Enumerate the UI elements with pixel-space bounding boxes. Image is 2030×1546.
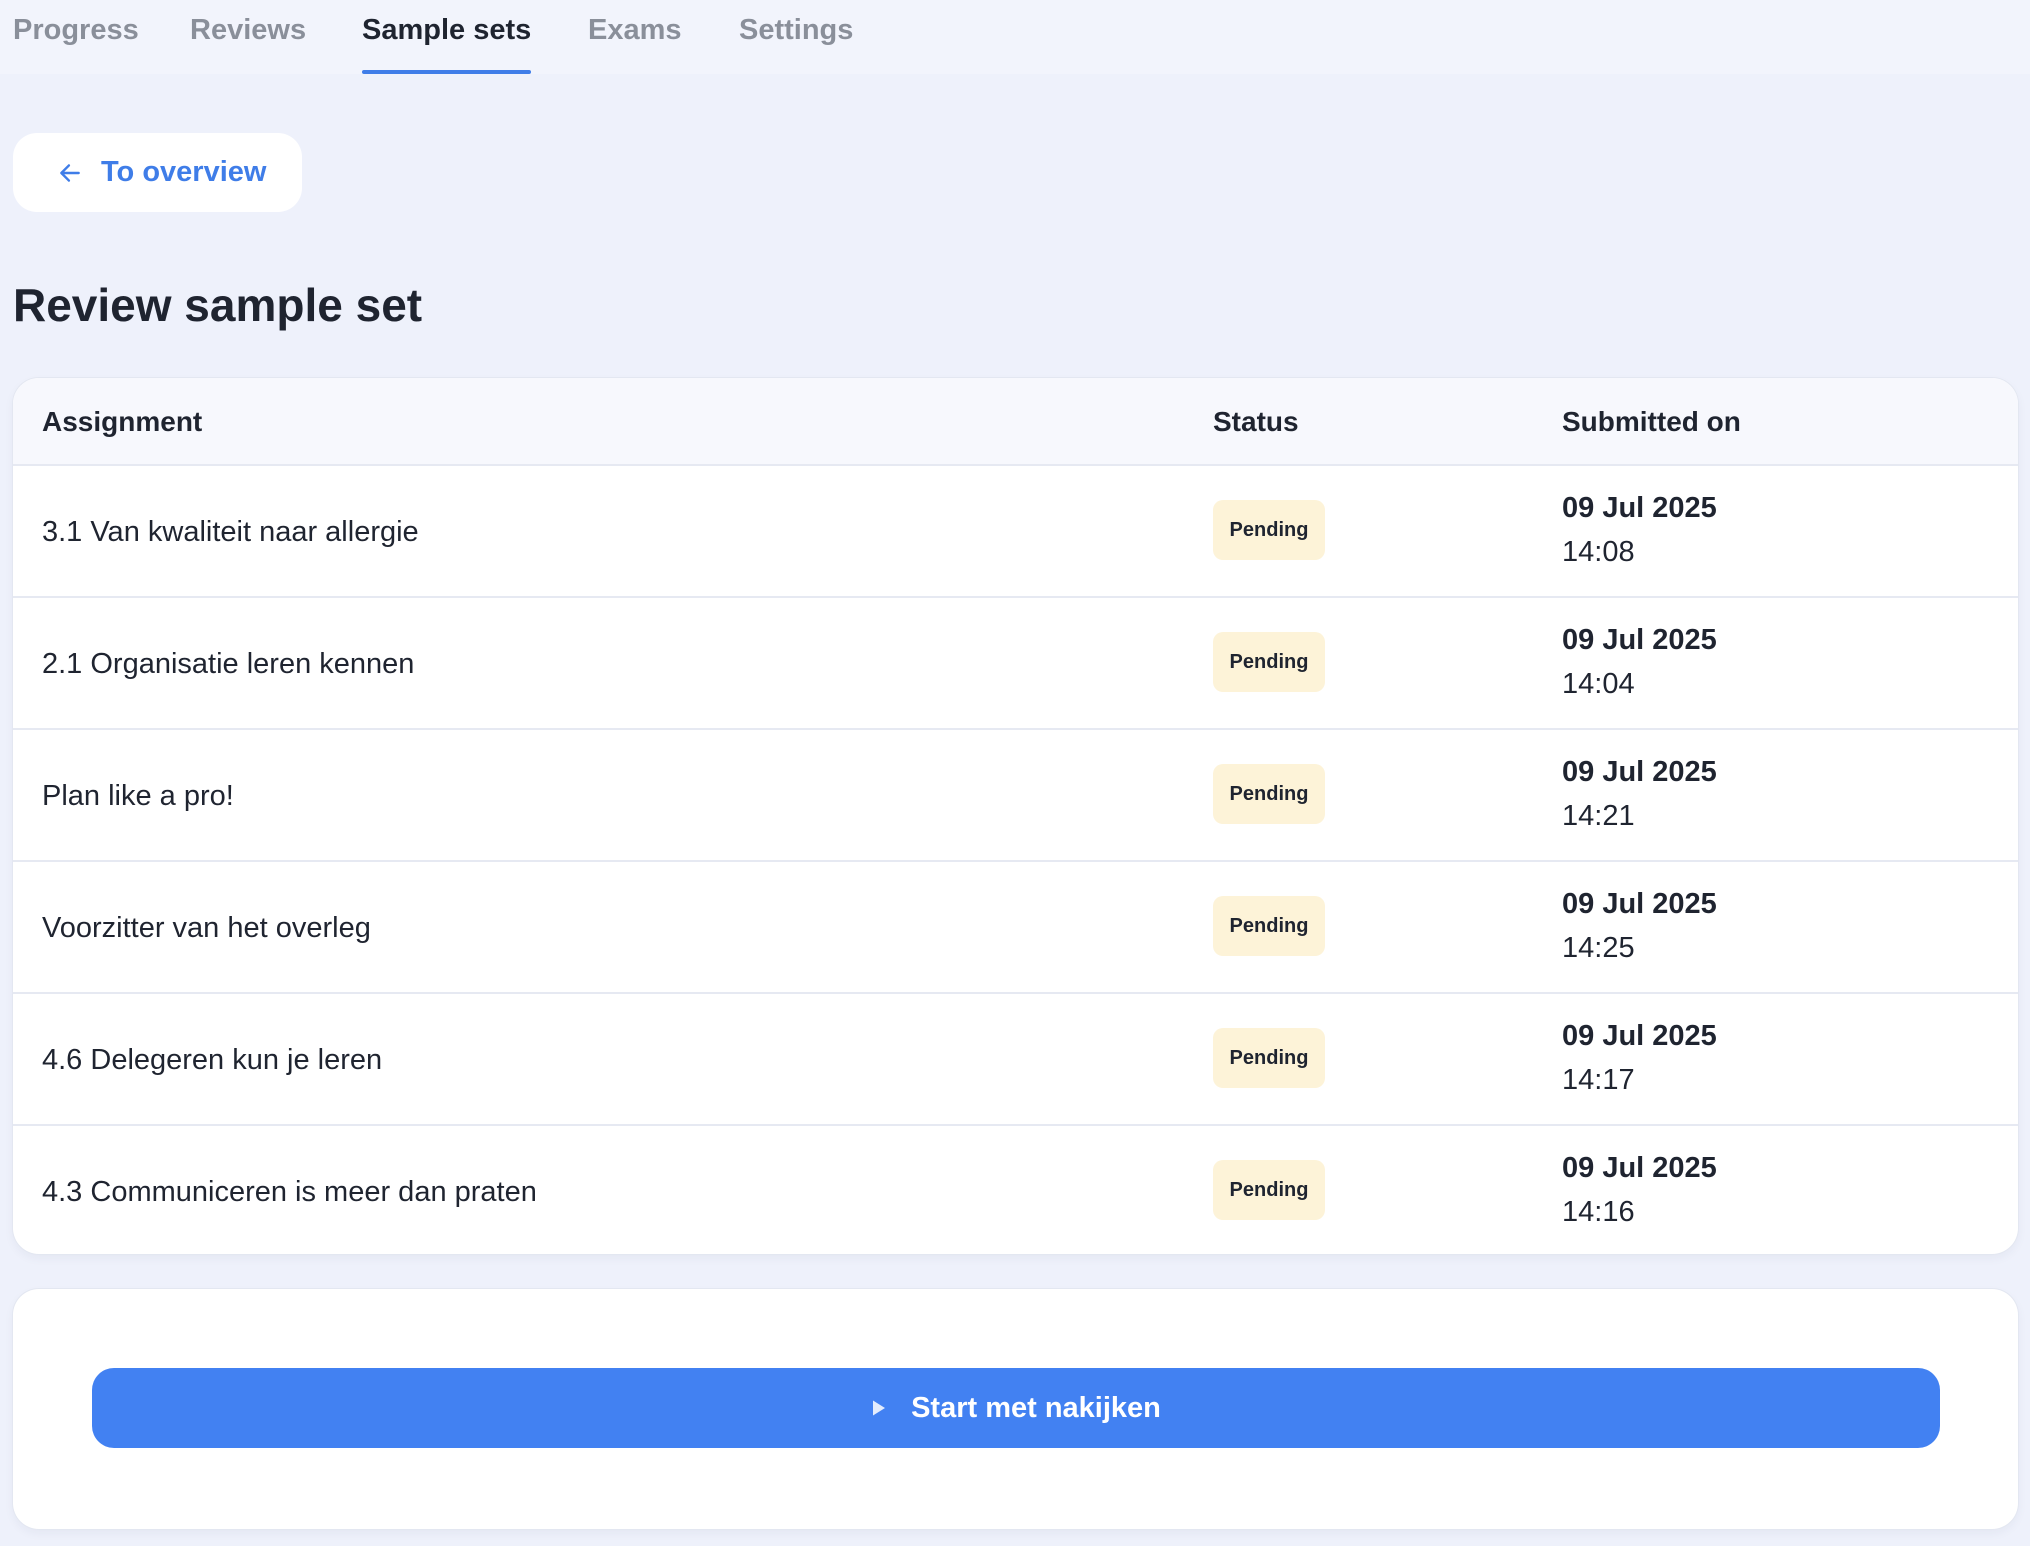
submitted-date: 09 Jul 2025 xyxy=(1562,624,1717,656)
tab-exams[interactable]: Exams xyxy=(588,14,682,74)
status-badge: Pending xyxy=(1213,1160,1325,1220)
tab-settings[interactable]: Settings xyxy=(739,14,853,74)
status-badge: Pending xyxy=(1213,764,1325,824)
status-badge: Pending xyxy=(1213,1028,1325,1088)
table-row[interactable]: Voorzitter van het overleg Pending 09 Ju… xyxy=(13,862,2018,994)
column-header-submitted-on: Submitted on xyxy=(1562,406,1741,437)
status-badge: Pending xyxy=(1213,500,1325,560)
submitted-time: 14:16 xyxy=(1562,1196,1635,1228)
sample-set-table: Assignment Status Submitted on 3.1 Van k… xyxy=(13,378,2018,1254)
table-row[interactable]: Plan like a pro! Pending 09 Jul 2025 14:… xyxy=(13,730,2018,862)
play-icon xyxy=(873,1400,886,1416)
to-overview-button[interactable]: To overview xyxy=(13,133,302,212)
tab-bar: Progress Reviews Sample sets Exams Setti… xyxy=(0,0,2030,74)
action-card: Start met nakijken xyxy=(13,1289,2018,1529)
submitted-date: 09 Jul 2025 xyxy=(1562,492,1717,524)
submitted-time: 14:04 xyxy=(1562,668,1635,700)
submitted-time: 14:08 xyxy=(1562,536,1635,568)
submitted-date: 09 Jul 2025 xyxy=(1562,1020,1717,1052)
start-reviewing-button[interactable]: Start met nakijken xyxy=(92,1368,1940,1448)
table-row[interactable]: 4.3 Communiceren is meer dan praten Pend… xyxy=(13,1126,2018,1254)
status-badge: Pending xyxy=(1213,896,1325,956)
page-title: Review sample set xyxy=(13,279,423,331)
assignment-title: Voorzitter van het overleg xyxy=(42,911,371,944)
assignment-title: 4.6 Delegeren kun je leren xyxy=(42,1043,383,1076)
assignment-title: 3.1 Van kwaliteit naar allergie xyxy=(42,515,419,548)
tab-progress[interactable]: Progress xyxy=(13,14,139,74)
arrow-left-icon xyxy=(60,163,80,182)
start-reviewing-label: Start met nakijken xyxy=(911,1391,1161,1424)
assignment-title: 2.1 Organisatie leren kennen xyxy=(42,647,415,680)
submitted-date: 09 Jul 2025 xyxy=(1562,756,1717,788)
submitted-time: 14:25 xyxy=(1562,932,1635,964)
tab-sample-sets[interactable]: Sample sets xyxy=(362,14,532,74)
tab-reviews[interactable]: Reviews xyxy=(190,14,306,74)
assignment-title: Plan like a pro! xyxy=(42,779,234,812)
assignment-title: 4.3 Communiceren is meer dan praten xyxy=(42,1175,537,1208)
to-overview-label: To overview xyxy=(101,156,267,188)
table-row[interactable]: 2.1 Organisatie leren kennen Pending 09 … xyxy=(13,598,2018,730)
submitted-date: 09 Jul 2025 xyxy=(1562,1152,1717,1184)
submitted-time: 14:17 xyxy=(1562,1064,1635,1096)
submitted-time: 14:21 xyxy=(1562,800,1635,832)
status-badge: Pending xyxy=(1213,632,1325,692)
table-row[interactable]: 4.6 Delegeren kun je leren Pending 09 Ju… xyxy=(13,994,2018,1126)
table-header: Assignment Status Submitted on xyxy=(13,378,2018,466)
column-header-status: Status xyxy=(1213,406,1299,437)
submitted-date: 09 Jul 2025 xyxy=(1562,888,1717,920)
table-row[interactable]: 3.1 Van kwaliteit naar allergie Pending … xyxy=(13,466,2018,598)
column-header-assignment: Assignment xyxy=(42,406,203,437)
